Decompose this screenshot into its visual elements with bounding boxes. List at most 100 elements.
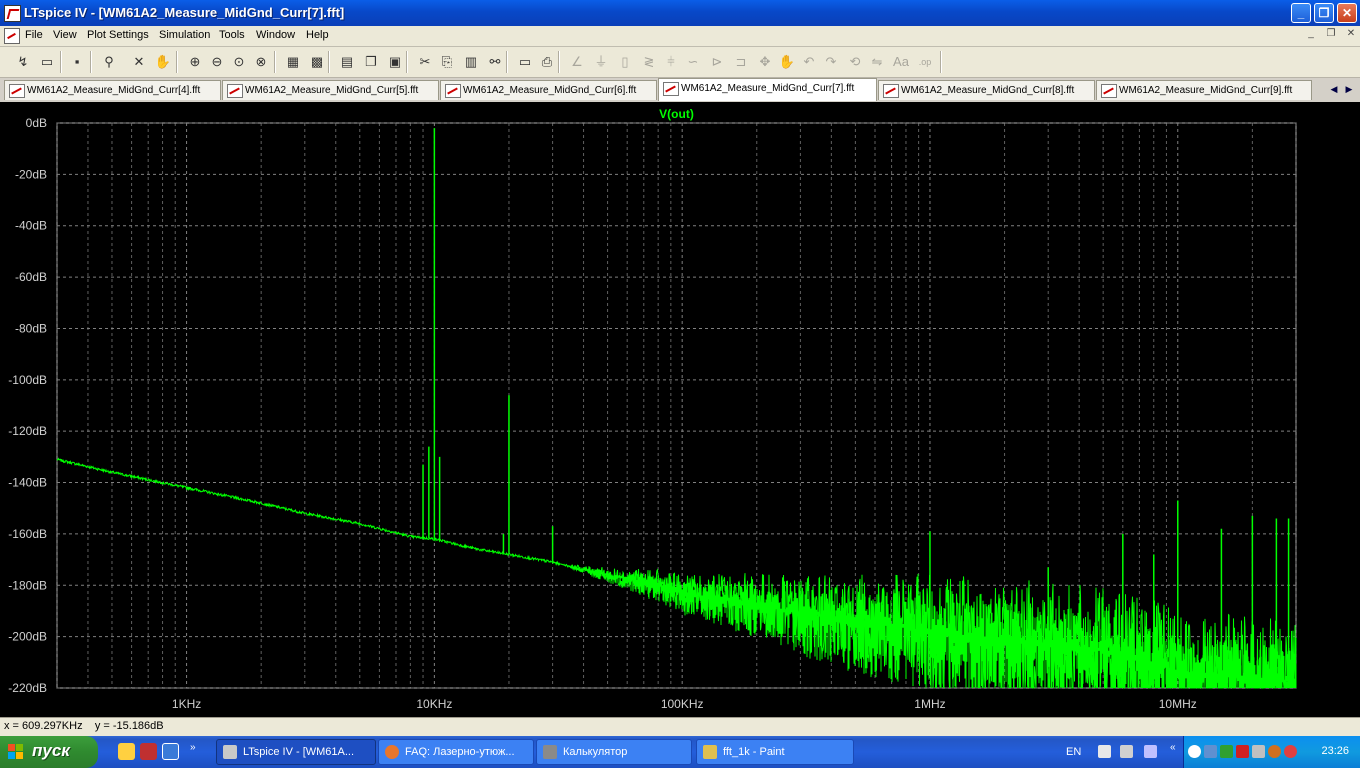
menu-simulation[interactable]: Simulation: [159, 29, 210, 41]
zoom-fit-icon[interactable]: ⊙: [228, 51, 250, 73]
probe-icon[interactable]: ⚲: [98, 51, 120, 73]
waveform-viewer[interactable]: 0dB -20dB -40dB -60dB -80dB -100dB -120dB -140d…: [0, 102, 1360, 717]
mirror-icon[interactable]: ⇋: [866, 51, 888, 73]
quicklaunch-expand-icon[interactable]: »: [190, 742, 202, 759]
minimize-button[interactable]: _: [1291, 3, 1311, 23]
restore-button[interactable]: ❐: [1314, 3, 1334, 23]
toolbar-separator: [940, 51, 942, 73]
status-bar: x = 609.297KHz y = -15.186dB: [0, 717, 1360, 736]
find-icon[interactable]: ⚯: [484, 51, 506, 73]
tab-curr-4[interactable]: WM61A2_Measure_MidGnd_Curr[4].fft: [4, 80, 221, 100]
tab-curr-5[interactable]: WM61A2_Measure_MidGnd_Curr[5].fft: [222, 80, 439, 100]
task-ltspice[interactable]: LTspice IV - [WM61A...: [216, 739, 376, 765]
language-indicator[interactable]: EN: [1066, 746, 1081, 758]
mdi-close-button[interactable]: ✕: [1344, 28, 1358, 39]
text-icon[interactable]: Aa: [890, 51, 912, 73]
tray-monitor-icon[interactable]: [1204, 745, 1217, 758]
fft-plot[interactable]: 0dB -20dB -40dB -60dB -80dB -100dB -120dB -140d…: [0, 102, 1360, 717]
tray-red-icon[interactable]: [1236, 745, 1249, 758]
spice-directive-icon[interactable]: .op: [914, 51, 936, 73]
autorange-icon[interactable]: ▦: [282, 51, 304, 73]
cut-icon[interactable]: ✂: [414, 51, 436, 73]
mdi-minimize-button[interactable]: _: [1304, 28, 1318, 39]
zoom-out-icon[interactable]: ⊖: [206, 51, 228, 73]
y-tick-label: -220dB: [8, 681, 47, 695]
task-paint[interactable]: fft_1k - Paint: [696, 739, 854, 765]
diode-icon[interactable]: ⊳: [706, 51, 728, 73]
tab-curr-6[interactable]: WM61A2_Measure_MidGnd_Curr[6].fft: [440, 80, 657, 100]
component-icon[interactable]: ⊐: [730, 51, 752, 73]
task-firefox[interactable]: FAQ: Лазерно-утюж...: [378, 739, 534, 765]
move-icon[interactable]: ✥: [754, 51, 776, 73]
halt-icon[interactable]: ✕: [128, 51, 150, 73]
menu-file[interactable]: File: [25, 29, 43, 41]
rotate-icon[interactable]: ⟲: [844, 51, 866, 73]
tile-horizontal-icon[interactable]: ▤: [336, 51, 358, 73]
tab-label: WM61A2_Measure_MidGnd_Curr[5].fft: [245, 85, 419, 96]
cursor-readout: x = 609.297KHz y = -15.186dB: [4, 720, 164, 732]
drag-icon[interactable]: ✋: [776, 51, 798, 73]
ltspice-app-icon[interactable]: [4, 5, 21, 22]
grid-icon[interactable]: ▩: [306, 51, 328, 73]
zoom-cancel-icon[interactable]: ⊗: [250, 51, 272, 73]
save-icon[interactable]: ▪: [66, 51, 88, 73]
tab-curr-8[interactable]: WM61A2_Measure_MidGnd_Curr[8].fft: [878, 80, 1095, 100]
close-window-icon[interactable]: ▣: [384, 51, 406, 73]
capacitor-icon[interactable]: ⫩: [660, 51, 682, 73]
waveform-icon: [227, 84, 243, 98]
run-icon[interactable]: ↯: [12, 51, 34, 73]
print-icon[interactable]: ⎙: [536, 51, 558, 73]
tray-expand-icon[interactable]: «: [1170, 742, 1180, 759]
pan-icon[interactable]: ✋: [152, 51, 174, 73]
quicklaunch-chrome-icon[interactable]: [118, 743, 135, 760]
tray-network-icon[interactable]: [1098, 745, 1111, 758]
y-tick-label: -40dB: [15, 219, 47, 233]
zoom-in-icon[interactable]: ⊕: [184, 51, 206, 73]
tab-curr-7[interactable]: WM61A2_Measure_MidGnd_Curr[7].fft: [658, 78, 877, 101]
ground-icon[interactable]: ⏚: [590, 51, 612, 73]
quicklaunch-ie-icon[interactable]: [162, 743, 179, 760]
toolbar-separator: [506, 51, 508, 73]
tray-orange-icon[interactable]: [1268, 745, 1281, 758]
tray-arrow-icon[interactable]: [1188, 745, 1201, 758]
task-calculator[interactable]: Калькулятор: [536, 739, 692, 765]
paste-icon[interactable]: ▥: [460, 51, 482, 73]
quicklaunch-acrobat-icon[interactable]: [140, 743, 157, 760]
waveform-icon: [1101, 84, 1117, 98]
tray-usb-icon[interactable]: [1144, 745, 1157, 758]
menu-tools[interactable]: Tools: [219, 29, 245, 41]
tab-scroll-right-icon[interactable]: ▶: [1342, 82, 1356, 96]
menu-help[interactable]: Help: [306, 29, 329, 41]
copy-icon[interactable]: ⎘: [436, 51, 458, 73]
cascade-icon[interactable]: ❐: [360, 51, 382, 73]
toolbar-separator: [176, 51, 178, 73]
undo-icon[interactable]: ↶: [798, 51, 820, 73]
wire-icon[interactable]: ∠: [566, 51, 588, 73]
label-icon[interactable]: ▯: [614, 51, 636, 73]
menu-view[interactable]: View: [53, 29, 77, 41]
mdi-restore-button[interactable]: ❐: [1324, 28, 1338, 39]
close-button[interactable]: ✕: [1337, 3, 1357, 23]
tab-label: WM61A2_Measure_MidGnd_Curr[4].fft: [27, 85, 201, 96]
tray-app-icon[interactable]: [1252, 745, 1265, 758]
resistor-icon[interactable]: ≷: [638, 51, 660, 73]
document-icon[interactable]: [4, 28, 20, 44]
trace-label: V(out): [659, 107, 694, 121]
menu-plot-settings[interactable]: Plot Settings: [87, 29, 149, 41]
print-setup-icon[interactable]: ▭: [514, 51, 536, 73]
y-tick-label: -200dB: [8, 630, 47, 644]
tray-device-icon[interactable]: [1120, 745, 1133, 758]
noise-band: [56, 457, 1297, 690]
inductor-icon[interactable]: ∽: [682, 51, 704, 73]
start-button[interactable]: пуск: [0, 736, 98, 768]
tray-opera-icon[interactable]: [1284, 745, 1297, 758]
menu-window[interactable]: Window: [256, 29, 295, 41]
tab-curr-9[interactable]: WM61A2_Measure_MidGnd_Curr[9].fft: [1096, 80, 1312, 100]
title-bar: LTspice IV - [WM61A2_Measure_MidGnd_Curr…: [0, 0, 1360, 26]
system-tray: 23:26: [1183, 736, 1360, 768]
redo-icon[interactable]: ↷: [820, 51, 842, 73]
open-icon[interactable]: ▭: [36, 51, 58, 73]
tab-scroll-left-icon[interactable]: ◀: [1327, 82, 1341, 96]
calculator-task-icon: [543, 745, 557, 759]
tray-green-icon[interactable]: [1220, 745, 1233, 758]
